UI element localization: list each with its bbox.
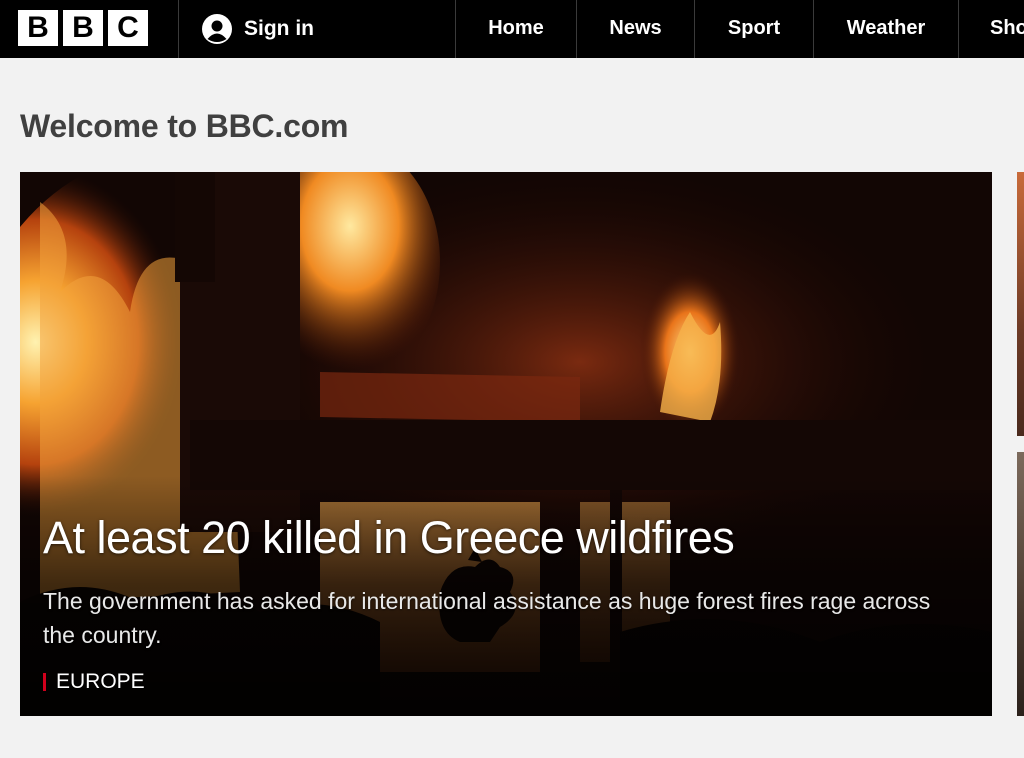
tag-accent-bar bbox=[43, 673, 46, 691]
hero-story-card[interactable]: At least 20 killed in Greece wildfires T… bbox=[20, 172, 992, 716]
sign-in-label: Sign in bbox=[244, 17, 314, 40]
nav-shop[interactable]: Shop bbox=[990, 0, 1024, 58]
user-icon bbox=[202, 14, 232, 44]
nav-news[interactable]: News bbox=[577, 0, 694, 58]
logo-letter: B bbox=[18, 10, 58, 46]
sign-in-link[interactable]: Sign in bbox=[202, 0, 314, 58]
hero-summary: The government has asked for internation… bbox=[43, 588, 931, 648]
top-navigation-bar: B B C Sign in Home News Sport Weather Sh… bbox=[0, 0, 1024, 58]
nav-sport[interactable]: Sport bbox=[695, 0, 813, 58]
logo-letter: B bbox=[63, 10, 103, 46]
side-story-card[interactable] bbox=[1017, 452, 1024, 716]
nav-home[interactable]: Home bbox=[456, 0, 576, 58]
side-story-card[interactable] bbox=[1017, 172, 1024, 436]
logo-letter: C bbox=[108, 10, 148, 46]
bbc-logo[interactable]: B B C bbox=[18, 10, 148, 46]
section-tag-label: EUROPE bbox=[56, 670, 145, 693]
hero-headline[interactable]: At least 20 killed in Greece wildfires bbox=[43, 512, 735, 564]
page-title: Welcome to BBC.com bbox=[20, 108, 349, 144]
nav-divider bbox=[178, 0, 179, 58]
nav-divider bbox=[958, 0, 959, 58]
nav-weather[interactable]: Weather bbox=[814, 0, 958, 58]
section-tag-link[interactable]: EUROPE bbox=[43, 670, 145, 694]
